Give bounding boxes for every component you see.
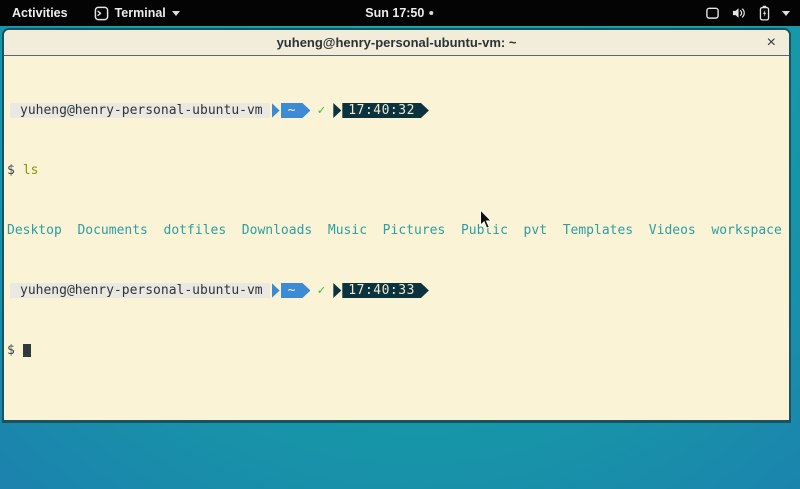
prompt-line: yuheng@henry-personal-ubuntu-vm ~ ✓ 17:4…: [7, 103, 789, 118]
clock-label: Sun 17:50: [365, 6, 424, 20]
prompt-cwd: ~: [281, 283, 311, 298]
powerline-arrow-icon: [333, 283, 341, 298]
notification-dot: [429, 11, 433, 15]
terminal-window: yuheng@henry-personal-ubuntu-vm: ~ × yuh…: [2, 28, 791, 423]
powerline-arrow-icon: [333, 103, 341, 118]
close-button[interactable]: ×: [767, 30, 776, 56]
terminal-block-cursor: [23, 344, 31, 357]
top-bar: Activities Terminal Sun 17:50: [0, 0, 800, 26]
clock-button[interactable]: Sun 17:50: [365, 0, 433, 26]
prompt-line: yuheng@henry-personal-ubuntu-vm ~ ✓ 17:4…: [7, 283, 789, 298]
app-indicator-terminal[interactable]: Terminal: [90, 0, 184, 26]
prompt-user-host: yuheng@henry-personal-ubuntu-vm: [10, 103, 270, 118]
ls-output: Desktop Documents dotfiles Downloads Mus…: [7, 223, 789, 238]
prompt-user-host: yuheng@henry-personal-ubuntu-vm: [10, 283, 270, 298]
command-text: ls: [23, 163, 39, 178]
volume-icon: [731, 6, 747, 20]
prompt-timestamp: 17:40:32: [342, 103, 429, 118]
terminal-app-icon: [94, 6, 109, 21]
shell-prompt-symbol: $: [7, 343, 15, 358]
prompt-timestamp: 17:40:33: [342, 283, 429, 298]
command-line: $: [7, 343, 789, 358]
battery-charging-icon: [758, 5, 771, 21]
powerline-arrow-icon: [272, 283, 280, 298]
shell-prompt-symbol: $: [7, 163, 15, 178]
screen-icon: [705, 6, 720, 20]
powerline-arrow-icon: [272, 103, 280, 118]
app-indicator-label: Terminal: [115, 6, 166, 20]
status-check-icon: ✓: [317, 103, 325, 118]
system-status-area[interactable]: [705, 0, 800, 26]
terminal-content[interactable]: yuheng@henry-personal-ubuntu-vm ~ ✓ 17:4…: [4, 56, 789, 403]
prompt-cwd: ~: [281, 103, 311, 118]
window-titlebar[interactable]: yuheng@henry-personal-ubuntu-vm: ~ ×: [4, 30, 789, 56]
chevron-down-icon: [782, 11, 790, 16]
chevron-down-icon: [172, 11, 180, 16]
command-line: $ ls: [7, 163, 789, 178]
status-check-icon: ✓: [317, 283, 325, 298]
window-title: yuheng@henry-personal-ubuntu-vm: ~: [277, 35, 517, 50]
activities-button[interactable]: Activities: [0, 0, 80, 26]
